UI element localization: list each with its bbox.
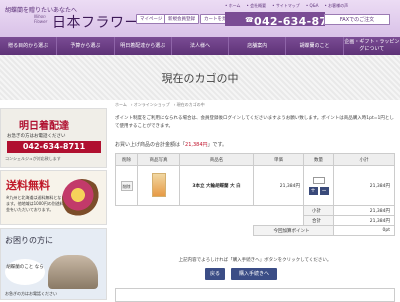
summary-row: 合計 21,384円: [116, 215, 395, 226]
free-shipping-heading: 送料無料: [6, 179, 50, 192]
phone-icon: ☎: [245, 16, 254, 24]
staff-photo: [48, 255, 98, 289]
decrease-button[interactable]: −: [319, 186, 329, 195]
top-link-qa[interactable]: Q&A: [306, 3, 318, 9]
summary-label: 今回加算ポイント: [253, 225, 334, 236]
col-subtotal: 小計: [333, 153, 395, 166]
nextday-phone: 042-634-8711: [7, 141, 101, 153]
increase-button[interactable]: +: [308, 186, 318, 195]
summary-value: 0pt: [333, 225, 395, 236]
top-link-company[interactable]: 会社概要: [247, 3, 266, 9]
nav-gift[interactable]: 企画・ギフト・ラッピングについて: [344, 37, 400, 55]
free-shipping-banner[interactable]: 送料無料 ※九州と北海道は送料無料となります。他地域は1000円の別途料金をいた…: [0, 170, 107, 225]
main-nav: 贈る目的から選ぶ 予算から選ぶ 明日着配達から選ぶ 法人様へ 店舗案内 胡蝶蘭の…: [0, 37, 400, 55]
nextday-footer: コンシェルジュが対応致します: [5, 156, 61, 161]
top-link-sitemap[interactable]: サイトマップ: [272, 3, 300, 9]
help-footer: お急ぎの方はお電話ください: [5, 291, 57, 296]
nav-corporate[interactable]: 法人様へ: [172, 37, 230, 55]
cart-header-row: 削除 商品写真 商品名 単価 数量 小計: [115, 153, 395, 166]
logo-english: Nihon Flower: [34, 14, 48, 24]
help-heading: お困りの方に: [5, 236, 53, 245]
help-banner[interactable]: お困りの方に 胡蝶蘭のこと なら お急ぎの方はお電話ください: [0, 228, 107, 300]
total-prefix: お買い上げ商品の合計金額は「: [115, 142, 186, 148]
nav-store[interactable]: 店舗案内: [229, 37, 287, 55]
free-shipping-text: ※九州と北海道は送料無料となります。他地域は1000円の別途料金をいただいており…: [6, 195, 66, 212]
breadcrumb-home[interactable]: ホーム: [115, 102, 127, 107]
item-subtotal: 21,384円: [333, 165, 395, 206]
site-logo[interactable]: 日本フラワー: [52, 12, 139, 32]
nextday-banner[interactable]: 明日着配達 お急ぎの方はお電話ください 042-634-8711 コンシェルジュ…: [0, 108, 107, 168]
col-name: 商品名: [179, 153, 254, 166]
summary-value: 21,384円: [333, 205, 395, 216]
photo-cell: [137, 165, 180, 206]
breadcrumb-shop[interactable]: オンラインショップ: [134, 102, 170, 107]
total-line: お買い上げ商品の合計金額は「21,384円」です。: [115, 141, 227, 148]
quantity-stepper: + −: [304, 186, 333, 195]
flower-image: [62, 179, 102, 219]
nav-purpose[interactable]: 贈る目的から選ぶ: [0, 37, 58, 55]
product-thumbnail[interactable]: [151, 172, 166, 197]
nextday-heading: 明日着配達: [19, 121, 69, 132]
checkout-button[interactable]: 購入手続きへ: [231, 268, 277, 280]
help-bubble: 胡蝶蘭のこと なら: [5, 259, 45, 285]
site-header: 胡蝶蘭を贈りたいあなたへ Nihon Flower 日本フラワー ホーム 会社概…: [0, 0, 400, 37]
nav-nextday[interactable]: 明日着配達から選ぶ: [115, 37, 172, 55]
back-button[interactable]: 戻る: [205, 268, 225, 280]
checkout-guide: 上記内容でよろしければ「購入手続きへ」ボタンをクリックしてください。: [178, 258, 332, 263]
top-link-voice[interactable]: お客様の声: [324, 3, 348, 9]
cart-item-row: 削除 3本立 大輪胡蝶蘭 大 白 21,384円 + − 21,384円: [115, 165, 395, 206]
summary-row: 小計 21,384円: [116, 205, 395, 216]
quantity-cell: + −: [303, 165, 334, 206]
quantity-field[interactable]: [312, 176, 325, 184]
breadcrumb-current: 現在のカゴの中: [176, 102, 205, 107]
nextday-subtext: お急ぎの方はお電話ください: [7, 134, 66, 139]
summary-label: 合計: [303, 215, 334, 226]
col-delete: 削除: [115, 153, 138, 166]
cart-table: 削除 商品写真 商品名 単価 数量 小計 削除 3本立 大輪胡蝶蘭 大 白 21…: [115, 153, 395, 236]
summary-row: 今回加算ポイント 0pt: [116, 225, 395, 236]
delete-cell: 削除: [115, 165, 138, 206]
mypage-button[interactable]: マイページ: [136, 14, 167, 24]
register-button[interactable]: 新規会員登録: [164, 14, 199, 24]
points-notice: ポイント制度をご利用になられる場合は、会員登録後ログインしてくださいますようお願…: [115, 116, 394, 129]
col-qty: 数量: [303, 153, 334, 166]
summary-value: 21,384円: [333, 215, 395, 226]
total-suffix: 」です。: [207, 142, 228, 148]
top-links: ホーム 会社概要 サイトマップ Q&A お客様の声: [225, 3, 348, 9]
page-title: 現在のカゴの中: [161, 72, 239, 85]
action-buttons: 戻る 購入手続きへ: [205, 268, 277, 280]
top-link-home[interactable]: ホーム: [225, 3, 241, 9]
nav-about[interactable]: 胡蝶蘭のこと: [286, 37, 344, 55]
unit-price: 21,384円: [253, 165, 304, 206]
total-amount: 21,384円: [185, 142, 208, 148]
col-photo: 商品写真: [137, 153, 180, 166]
nav-budget[interactable]: 予算から選ぶ: [57, 37, 115, 55]
summary-label: 小計: [303, 205, 334, 216]
breadcrumb: ホーム › オンラインショップ › 現在のカゴの中: [115, 102, 205, 107]
col-price: 単価: [253, 153, 304, 166]
fax-order-button[interactable]: FAXでのご注文: [324, 14, 390, 25]
product-name[interactable]: 3本立 大輪胡蝶蘭 大 白: [179, 165, 254, 206]
delete-button[interactable]: 削除: [120, 180, 133, 191]
